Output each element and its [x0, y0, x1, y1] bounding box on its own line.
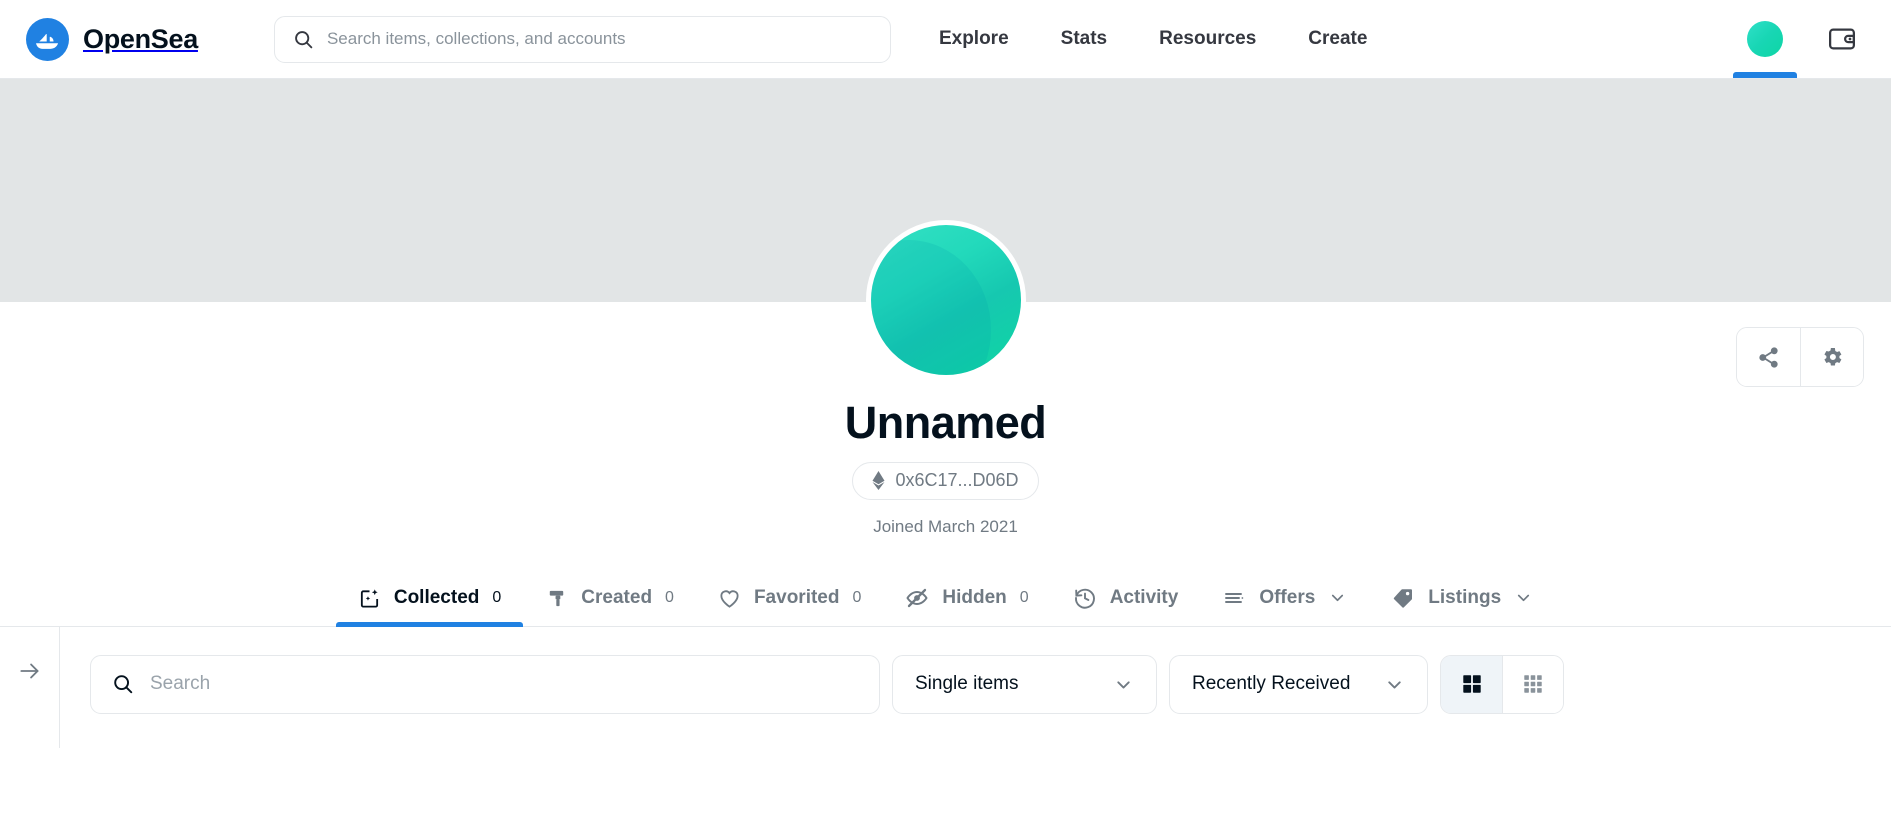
tab-favorited-label: Favorited	[753, 587, 840, 608]
grid-small-view-button[interactable]	[1502, 655, 1563, 713]
profile-tabs: Collected 0 Created 0 Favorited 0 Hidden…	[0, 570, 1891, 627]
arrow-right-icon[interactable]	[13, 654, 47, 688]
chevron-down-icon	[1113, 674, 1134, 695]
brand-name: OpenSea	[83, 23, 198, 54]
tag-icon	[1391, 586, 1415, 610]
profile-avatar[interactable]	[865, 220, 1026, 380]
tab-collected-label: Collected	[393, 587, 480, 608]
chevron-down-icon[interactable]	[1514, 588, 1533, 607]
search-icon	[293, 29, 314, 50]
account-avatar-icon	[1747, 21, 1783, 57]
item-search-input[interactable]	[150, 673, 858, 695]
chevron-down-icon	[1384, 674, 1405, 695]
wallet-address-badge[interactable]: 0x6C17...D06D	[852, 461, 1039, 500]
collected-icon	[358, 587, 381, 610]
tab-hidden-label: Hidden	[942, 586, 1007, 608]
tab-listings[interactable]: Listings	[1369, 586, 1555, 626]
settings-button[interactable]	[1800, 328, 1863, 386]
tab-collected-count: 0	[492, 589, 502, 606]
filter-toolbar: Single items Recently Received	[60, 627, 1891, 748]
list-icon	[1222, 586, 1246, 610]
primary-nav: Explore Stats Resources Create	[913, 28, 1394, 50]
tab-favorited[interactable]: Favorited 0	[696, 587, 883, 626]
tab-created[interactable]: Created 0	[523, 587, 696, 626]
tab-listings-label: Listings	[1428, 586, 1502, 608]
tab-created-label: Created	[581, 587, 653, 608]
profile-section: Unnamed 0x6C17...D06D Joined March 2021 …	[0, 220, 1891, 627]
header-right-group	[1709, 0, 1891, 78]
history-icon	[1073, 586, 1097, 610]
grid-large-view-button[interactable]	[1441, 655, 1502, 713]
wallet-icon	[1827, 24, 1857, 54]
share-button[interactable]	[1737, 328, 1800, 386]
search-icon	[112, 673, 134, 695]
tab-offers-label: Offers	[1259, 586, 1316, 608]
joined-date: Joined March 2021	[873, 516, 1018, 536]
opensea-sail-logo-icon	[26, 17, 69, 61]
tab-offers[interactable]: Offers	[1200, 586, 1369, 626]
ethereum-icon	[872, 471, 885, 490]
tab-hidden-count: 0	[1019, 588, 1029, 606]
nav-item-resources[interactable]: Resources	[1133, 28, 1282, 50]
sort-value: Recently Received	[1192, 673, 1351, 694]
filter-sidebar-rail	[0, 626, 60, 748]
profile-actions	[1736, 327, 1864, 387]
nav-item-explore[interactable]: Explore	[913, 28, 1035, 50]
wallet-button[interactable]	[1821, 24, 1891, 54]
item-search-box[interactable]	[90, 654, 880, 714]
sort-select[interactable]: Recently Received	[1169, 654, 1428, 714]
brand-home-link[interactable]: OpenSea	[26, 17, 198, 61]
account-active-indicator	[1733, 72, 1797, 78]
search-input[interactable]	[326, 29, 872, 49]
view-mode-toggle	[1440, 654, 1564, 714]
wallet-address-text: 0x6C17...D06D	[895, 470, 1019, 490]
app-header: OpenSea Explore Stats Resources Create	[0, 0, 1891, 79]
eye-off-icon	[905, 586, 929, 610]
gear-icon	[1820, 345, 1844, 369]
tab-activity-label: Activity	[1109, 586, 1179, 608]
account-menu-button[interactable]	[1709, 0, 1821, 78]
heart-icon	[718, 587, 741, 610]
grid-3x3-icon	[1522, 673, 1544, 695]
tab-collected[interactable]: Collected 0	[335, 587, 524, 627]
items-type-value: Single items	[915, 673, 1019, 694]
nav-item-stats[interactable]: Stats	[1035, 28, 1133, 50]
tab-activity[interactable]: Activity	[1051, 586, 1201, 626]
nav-item-create[interactable]: Create	[1282, 28, 1393, 50]
chevron-down-icon[interactable]	[1328, 588, 1347, 607]
created-icon	[545, 587, 568, 610]
tab-created-count: 0	[665, 589, 674, 606]
global-search-box[interactable]	[273, 15, 891, 63]
tab-hidden[interactable]: Hidden 0	[883, 586, 1050, 626]
content-area: Single items Recently Received	[0, 626, 1891, 748]
grid-2x2-icon	[1461, 673, 1483, 695]
items-type-select[interactable]: Single items	[892, 654, 1157, 714]
share-icon	[1757, 346, 1780, 369]
tab-favorited-count: 0	[852, 589, 862, 606]
